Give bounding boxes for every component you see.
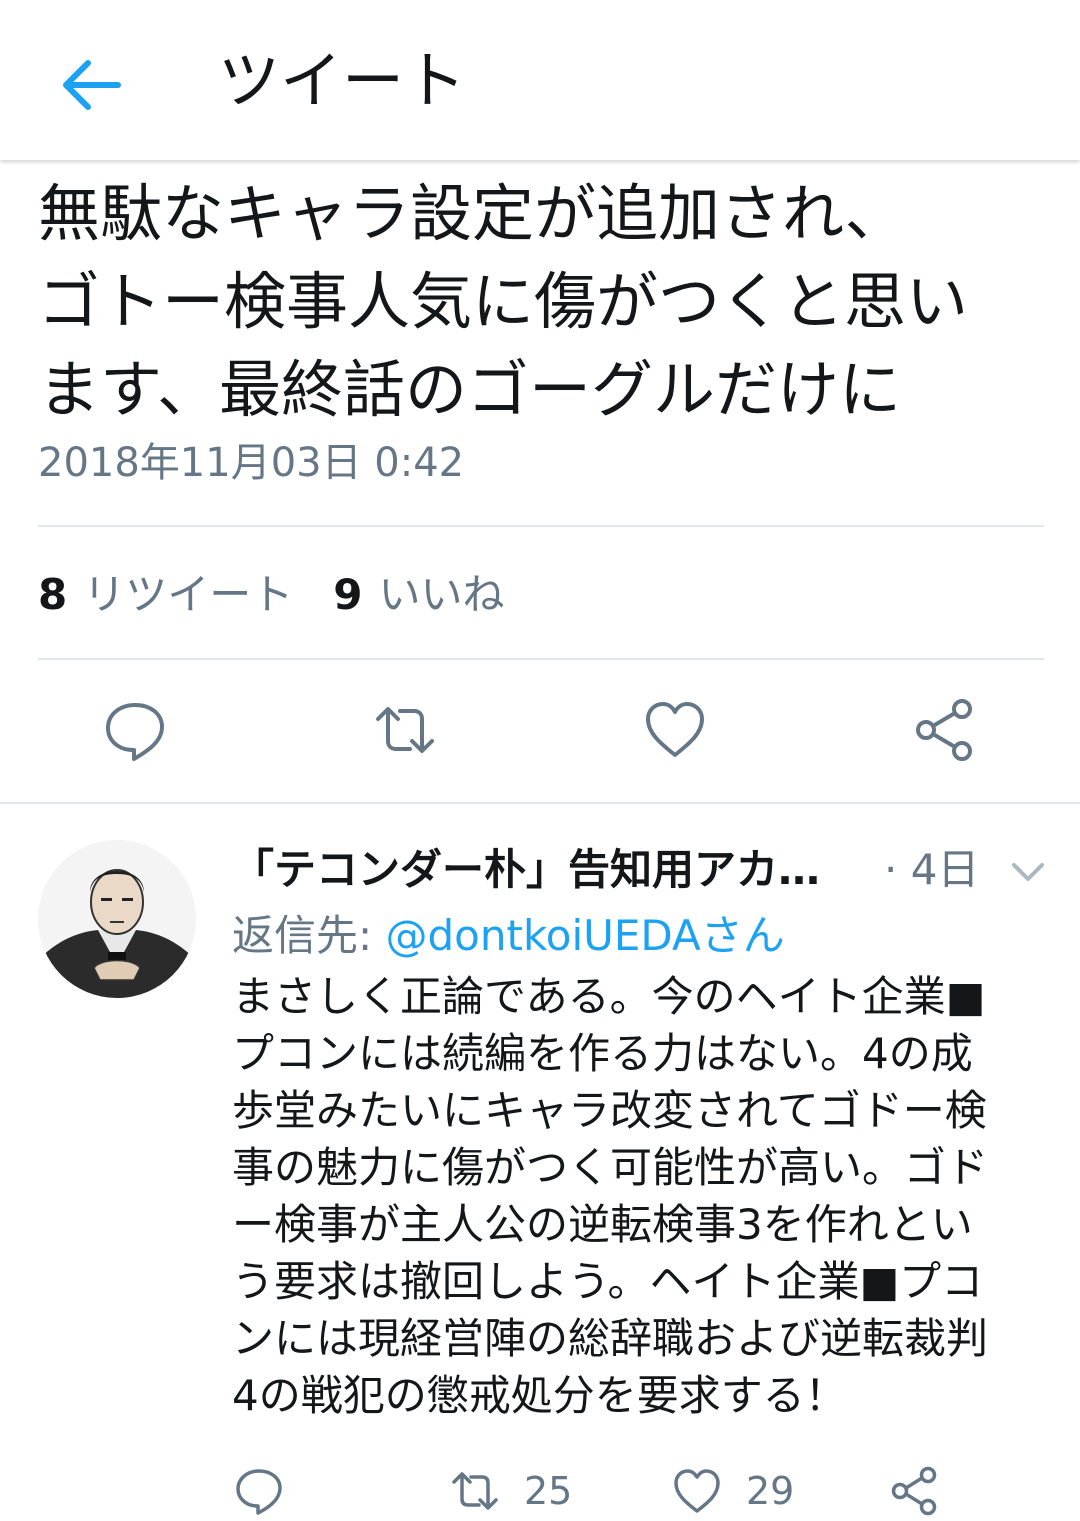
comment-icon [106, 703, 164, 761]
avatar-illustration [38, 840, 196, 998]
back-button[interactable] [52, 45, 132, 125]
reply-to-line: 返信先: @dontkoiUEDAさん [232, 904, 785, 968]
tweet-actions [0, 695, 1080, 775]
reply-time: · 4日 [884, 845, 980, 894]
reply-to-mention-link[interactable]: @dontkoiUEDAさん [386, 911, 785, 960]
like-button[interactable] [640, 695, 710, 765]
like-count: 9 [333, 570, 363, 619]
chevron-down-icon [1012, 863, 1044, 881]
avatar[interactable] [38, 840, 196, 998]
retweet-label: リツイート [83, 570, 294, 619]
reply-like-count: 29 [746, 1469, 795, 1513]
divider [38, 525, 1044, 527]
more-options-button[interactable] [1006, 850, 1050, 894]
share-button[interactable] [910, 695, 980, 765]
divider [38, 658, 1044, 660]
comment-icon [236, 1469, 282, 1515]
retweet-count: 8 [38, 570, 68, 619]
tweet-timestamp[interactable]: 2018年11月03日 0:42 [38, 435, 464, 491]
reply-retweet-count: 25 [524, 1469, 573, 1513]
tweet-text: 無駄なキャラ設定が追加され、 ゴトー検事人気に傷がつくと思い ます、最終話のゴー… [38, 177, 969, 426]
retweet-icon [452, 1472, 498, 1510]
like-label: いいね [378, 570, 505, 619]
retweet-button[interactable] [370, 695, 440, 765]
reply-tweet[interactable]: 「テコンダー朴」告知用アカ… · 4日 返信先: @dontkoiUEDAさん … [0, 804, 1080, 1521]
app-header: ツイート [0, 0, 1080, 160]
retweet-stat[interactable]: 8 リツイート [38, 565, 293, 625]
share-icon [916, 699, 972, 761]
retweet-icon [376, 707, 434, 753]
reply-actions: 25 29 [0, 1464, 1080, 1521]
like-stat[interactable]: 9 いいね [333, 565, 504, 625]
reply-retweet-button[interactable]: 25 [448, 1464, 572, 1518]
reply-to-prefix: 返信先: [232, 911, 386, 960]
arrow-left-icon [63, 60, 121, 110]
tweet-stats: 8 リツイート 9 いいね [38, 565, 545, 625]
heart-icon [674, 1469, 720, 1513]
reply-share-button[interactable] [888, 1464, 942, 1518]
reply-author-name[interactable]: 「テコンダー朴」告知用アカ… [232, 838, 820, 902]
reply-button[interactable] [100, 695, 170, 765]
page-title: ツイート [218, 44, 467, 117]
reply-like-button[interactable]: 29 [670, 1464, 794, 1518]
reply-reply-button[interactable] [232, 1464, 286, 1518]
share-icon [891, 1466, 937, 1516]
heart-icon [646, 702, 704, 757]
reply-text: まさしく正論である。今のヘイト企業■ プコンには続編を作る力はない。4の成 歩堂… [232, 972, 989, 1420]
